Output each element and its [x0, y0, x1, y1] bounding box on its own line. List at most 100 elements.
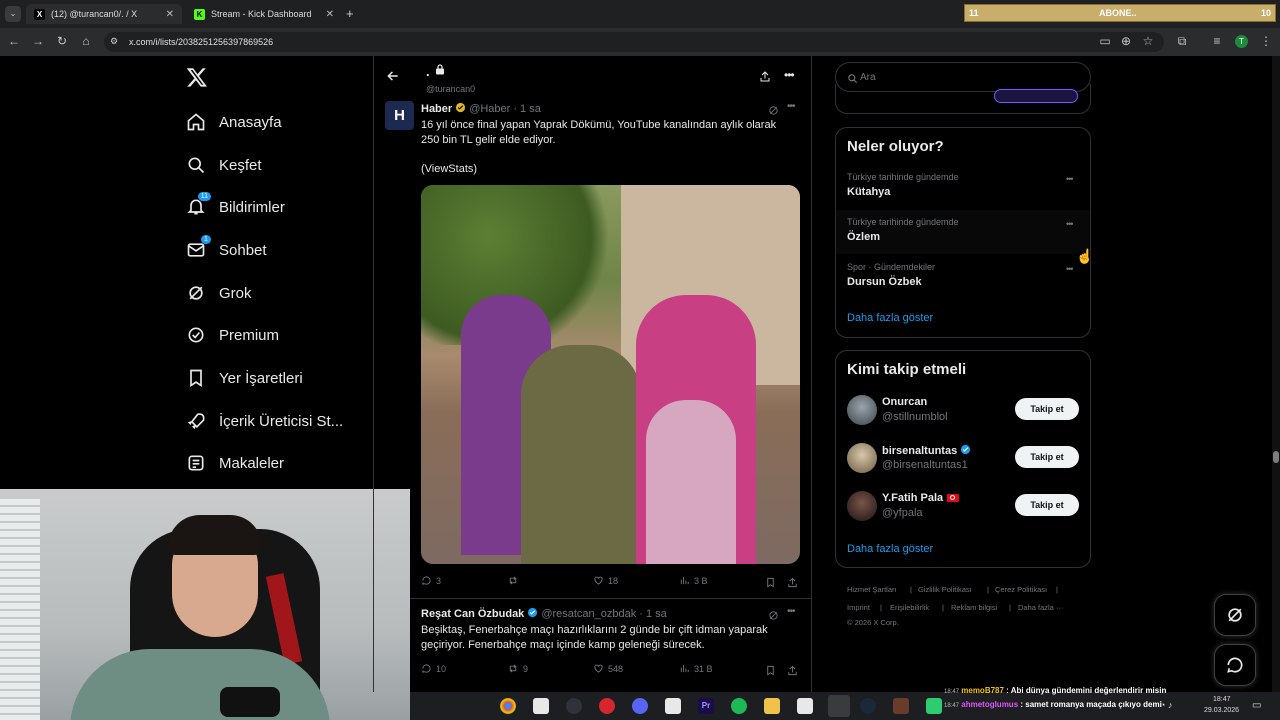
user-handle[interactable]: @birsenaltuntas1 [882, 459, 968, 471]
star-bookmark-icon[interactable]: ☆ [1140, 34, 1156, 48]
user-avatar[interactable] [847, 443, 877, 473]
like-button[interactable]: 548 [593, 663, 623, 674]
tweet-author[interactable]: Reşat Can Özbudak [421, 608, 524, 620]
tweet-avatar[interactable]: H [385, 101, 414, 130]
install-app-icon[interactable]: ▭ [1097, 34, 1113, 48]
red-app-icon[interactable] [599, 698, 615, 714]
notification-center-icon[interactable]: ▭ [1252, 700, 1261, 711]
media-control-icon[interactable]: ≡ [1209, 34, 1225, 48]
more-options-icon[interactable]: ••• [784, 68, 795, 82]
bookmark-tweet-icon[interactable] [765, 663, 776, 681]
tweet-media-image[interactable] [421, 185, 800, 564]
premiere-app-icon[interactable]: Pr [698, 698, 714, 714]
retweet-button[interactable]: 9 [507, 663, 528, 674]
nav-item-messages[interactable]: 1 Sohbet [186, 235, 267, 264]
chrome-active-app-icon[interactable] [828, 695, 850, 717]
close-tab-icon[interactable]: ✕ [326, 9, 334, 20]
trend-item[interactable]: Türkiye tarihinde gündemde Kütahya ••• [836, 165, 1090, 209]
back-arrow-icon[interactable] [386, 69, 400, 83]
list-owner-handle[interactable]: @turancan0 [426, 84, 475, 94]
tweet-more-icon[interactable]: ••• [787, 606, 795, 617]
forward-icon[interactable]: → [30, 34, 46, 48]
messages-float-button[interactable] [1214, 644, 1256, 686]
capcut-app-icon-3[interactable] [797, 698, 813, 714]
reply-button[interactable]: 10 [421, 663, 446, 674]
url-text[interactable]: x.com/i/lists/2038251256397869526 [129, 37, 273, 47]
views-button[interactable]: 31 B [679, 663, 713, 674]
user-handle[interactable]: @stillnumblol [882, 411, 948, 423]
back-icon[interactable]: ← [6, 34, 22, 48]
user-avatar[interactable] [847, 491, 877, 521]
tweet-more-icon[interactable]: ••• [787, 101, 795, 112]
views-button[interactable]: 3 B [679, 575, 708, 586]
capcut-app-icon-2[interactable] [665, 698, 681, 714]
nav-item-grok[interactable]: Grok [186, 279, 252, 307]
trend-more-icon[interactable]: ••• [1066, 219, 1074, 229]
reload-icon[interactable]: ↻ [54, 34, 70, 48]
obs-app-icon[interactable] [566, 698, 582, 714]
zoom-icon[interactable]: ⊕ [1118, 34, 1134, 48]
folder-app-icon[interactable] [764, 698, 780, 714]
browser-tab-x[interactable]: X (12) @turancan0/. / X ✕ [26, 4, 182, 24]
user-name[interactable]: birsenaltuntas [882, 445, 957, 457]
footer-link[interactable]: Çerez Politikası [995, 585, 1047, 594]
trend-item[interactable]: Spor · Gündemdekiler Dursun Özbek ••• [836, 255, 1090, 299]
chrome-app-icon[interactable] [500, 698, 516, 714]
extensions-icon[interactable]: ⧉ [1174, 34, 1190, 49]
like-button[interactable]: 18 [593, 575, 618, 586]
nav-item-notifications[interactable]: 11 Bildirimler [186, 192, 285, 221]
user-name[interactable]: Onurcan [882, 396, 927, 408]
site-info-icon[interactable]: ⚙ [110, 36, 118, 47]
nav-item-home[interactable]: Anasayfa [186, 108, 282, 136]
x-logo-icon[interactable] [186, 66, 208, 88]
nav-item-articles[interactable]: Makaleler [186, 449, 284, 477]
user-handle[interactable]: @yfpala [882, 507, 923, 519]
share-tweet-icon[interactable] [787, 575, 798, 593]
bookmark-tweet-icon[interactable] [765, 575, 776, 593]
search-input[interactable] [860, 70, 1060, 84]
browser-tab-kick[interactable]: K Stream - Kick Dashboard ✕ [186, 4, 342, 24]
home-browser-icon[interactable]: ⌂ [78, 34, 94, 48]
footer-link[interactable]: Hizmet Şartları [847, 585, 897, 594]
profile-avatar[interactable]: T [1235, 35, 1248, 48]
scrollbar-thumb[interactable] [1273, 451, 1279, 463]
footer-link[interactable]: Gizlilik Politikası [918, 585, 972, 594]
steam-app-icon[interactable] [860, 698, 876, 714]
tweet-author[interactable]: Haber [421, 103, 452, 115]
follow-button[interactable]: Takip et [1015, 446, 1079, 468]
game-app-icon[interactable] [893, 698, 909, 714]
share-tweet-icon[interactable] [787, 663, 798, 681]
clock-time[interactable]: 18:47 [1213, 696, 1231, 703]
grok-float-button[interactable] [1214, 594, 1256, 636]
trend-more-icon[interactable]: ••• [1066, 174, 1074, 184]
spotify-app-icon[interactable] [731, 698, 747, 714]
footer-link[interactable]: Daha fazla ··· [1018, 603, 1063, 612]
tweet-handle[interactable]: @Haber [469, 103, 510, 115]
new-tab-icon[interactable]: + [346, 6, 354, 21]
trends-show-more-link[interactable]: Daha fazla göster [847, 312, 933, 324]
share-icon[interactable] [759, 70, 771, 88]
tweet-handle[interactable]: @resatcan_ozbdak [541, 608, 636, 620]
terminal-app-icon[interactable] [926, 698, 942, 714]
retweet-button[interactable] [507, 575, 523, 586]
nav-item-explore[interactable]: Keşfet [186, 151, 262, 179]
tweet-time[interactable]: · 1 sa [513, 103, 541, 115]
clock-date[interactable]: 29.03.2026 [1204, 707, 1239, 714]
footer-link[interactable]: Erişilebilirlik [890, 603, 929, 612]
user-avatar[interactable] [847, 395, 877, 425]
footer-link[interactable]: Reklam bilgisi [951, 603, 997, 612]
reply-button[interactable]: 3 [421, 575, 441, 586]
user-name[interactable]: Y.Fatih Pala [882, 492, 943, 504]
trend-item[interactable]: Türkiye tarihinde gündemde Özlem ••• [836, 210, 1090, 254]
tray-icons[interactable]: ◔ ♪ [1160, 700, 1172, 710]
nav-item-creator-studio[interactable]: İçerik Üreticisi St... [186, 407, 343, 435]
follow-show-more-link[interactable]: Daha fazla göster [847, 543, 933, 555]
browser-menu-icon[interactable]: ⋮ [1258, 34, 1274, 48]
follow-button[interactable]: Takip et [1015, 398, 1079, 420]
capcut-app-icon[interactable] [533, 698, 549, 714]
footer-link[interactable]: Imprint [847, 603, 870, 612]
trend-more-icon[interactable]: ••• [1066, 264, 1074, 274]
tweet-time[interactable]: · 1 sa [639, 608, 667, 620]
nav-item-bookmarks[interactable]: Yer İşaretleri [186, 364, 303, 392]
follow-button[interactable]: Takip et [1015, 494, 1079, 516]
